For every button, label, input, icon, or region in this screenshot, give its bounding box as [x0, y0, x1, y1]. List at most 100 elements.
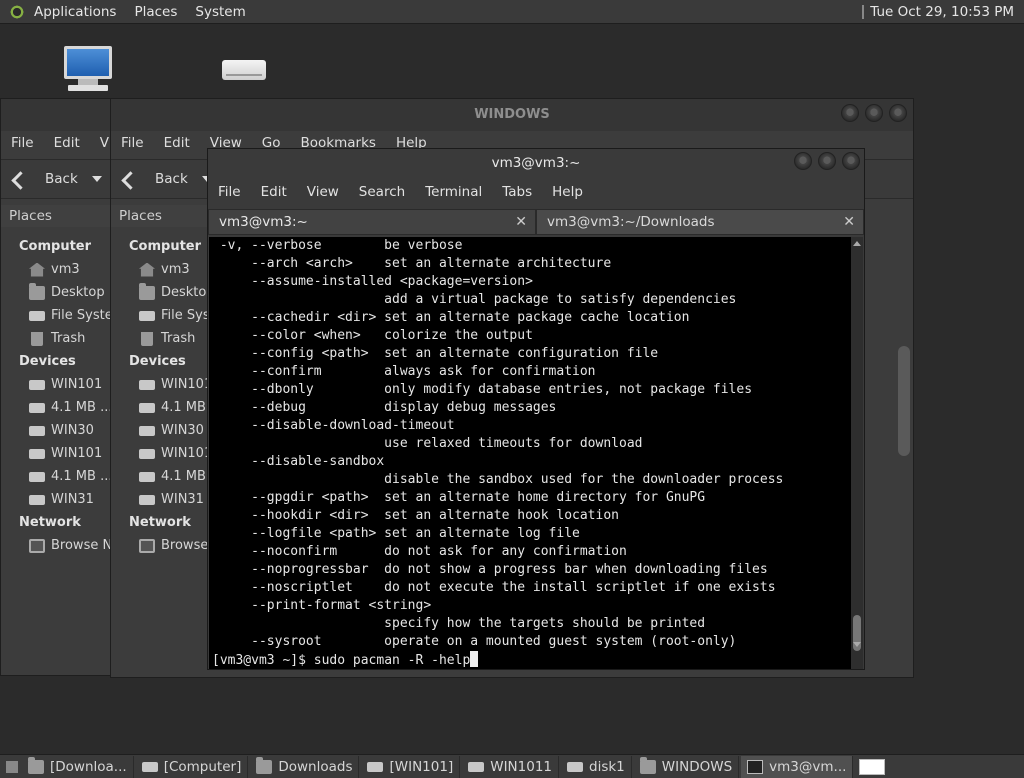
folder-icon	[256, 756, 273, 774]
task-downloads-2[interactable]: Downloads	[250, 755, 360, 778]
titlebar[interactable]: vm3@vm3:~	[208, 149, 864, 177]
menu-edit[interactable]: Edit	[44, 135, 90, 151]
terminal-icon	[747, 759, 764, 774]
sidebar-item-label: WIN101	[161, 446, 209, 461]
sidebar-item-device[interactable]: WIN101	[111, 442, 209, 465]
maximize-button[interactable]	[865, 104, 883, 122]
sidebar-header-devices: Devices	[129, 354, 186, 369]
sidebar-item-label: WIN101	[51, 377, 103, 392]
home-icon	[29, 262, 45, 277]
sidebar-header-network: Network	[129, 515, 191, 530]
drive-icon	[367, 761, 384, 772]
workspace-switcher[interactable]	[859, 758, 886, 775]
task-windows[interactable]: WINDOWS	[634, 755, 740, 778]
task-label: disk1	[589, 758, 625, 775]
window-title: WINDOWS	[474, 107, 550, 122]
sidebar-item-browse-network[interactable]: Browse	[111, 534, 209, 557]
distro-logo-icon[interactable]	[9, 3, 25, 20]
sidebar-item-filesystem[interactable]: File Sys	[111, 304, 209, 327]
drive-icon	[139, 402, 155, 413]
tab-label: vm3@vm3:~/Downloads	[547, 214, 715, 230]
menu-file[interactable]: File	[208, 184, 251, 200]
places-selector[interactable]: Places	[111, 205, 209, 227]
menu-file[interactable]: File	[1, 135, 44, 151]
drive-icon	[29, 379, 45, 390]
menu-file[interactable]: File	[111, 135, 154, 151]
scroll-up-icon[interactable]	[853, 241, 861, 246]
terminal-output[interactable]: -v, --verbose be verbose --arch <arch> s…	[209, 237, 852, 669]
menu-system[interactable]: System	[186, 4, 254, 20]
titlebar[interactable]: WINDOWS	[111, 99, 913, 131]
drive-slot	[226, 74, 262, 76]
task-label: [WIN101]	[389, 758, 454, 775]
task-label: [Computer]	[163, 758, 242, 775]
maximize-button[interactable]	[818, 152, 836, 170]
back-arrow-icon[interactable]	[11, 168, 33, 190]
close-icon[interactable]: ✕	[515, 210, 527, 234]
back-button[interactable]: Back	[45, 171, 78, 187]
menu-terminal[interactable]: Terminal	[415, 184, 492, 200]
sidebar-item-device[interactable]: WIN31	[111, 488, 209, 511]
sidebar-item-desktop[interactable]: Deskto	[111, 281, 209, 304]
close-icon[interactable]: ✕	[843, 210, 855, 234]
clock[interactable]: Tue Oct 29, 10:53 PM	[864, 4, 1024, 20]
drive-icon[interactable]	[222, 60, 266, 82]
sidebar-item-label: Desktop	[51, 285, 105, 300]
minimize-button[interactable]	[794, 152, 812, 170]
file-manager-scrollbar[interactable]	[898, 346, 910, 456]
sidebar-item-label: WIN101	[161, 377, 209, 392]
home-icon	[139, 262, 155, 277]
chevron-down-icon[interactable]	[91, 176, 102, 182]
sidebar-item-label: File Sys	[161, 308, 209, 323]
sidebar-item-trash[interactable]: Trash	[111, 327, 209, 350]
task-label: vm3@vm...	[769, 758, 847, 775]
menu-view[interactable]: View	[297, 184, 349, 200]
typed-command: sudo pacman -R -help	[313, 653, 471, 668]
sidebar-item-device[interactable]: 4.1 MB	[111, 396, 209, 419]
tab-home[interactable]: vm3@vm3:~ ✕	[208, 209, 536, 235]
minimize-button[interactable]	[841, 104, 859, 122]
window-controls	[841, 104, 907, 122]
sidebar-item-device[interactable]: WIN30	[111, 419, 209, 442]
tab-label: vm3@vm3:~	[219, 214, 308, 230]
sidebar-item-label: vm3	[51, 262, 80, 277]
shell-prompt: [vm3@vm3 ~]$	[212, 653, 314, 668]
sidebar-item-label: vm3	[161, 262, 190, 277]
task-computer[interactable]: [Computer]	[136, 755, 249, 778]
task-disk1[interactable]: disk1	[561, 755, 632, 778]
menu-search[interactable]: Search	[349, 184, 415, 200]
menu-edit[interactable]: Edit	[154, 135, 200, 151]
sidebar-item-device[interactable]: 4.1 MB	[111, 465, 209, 488]
drive-icon	[567, 761, 584, 772]
drive-icon	[29, 402, 45, 413]
task-win101[interactable]: [WIN101]	[361, 755, 461, 778]
close-button[interactable]	[842, 152, 860, 170]
task-terminal[interactable]: vm3@vm...	[741, 755, 854, 778]
task-downloads-1[interactable]: [Downloa...	[22, 755, 134, 778]
sidebar-item-home[interactable]: vm3	[111, 258, 209, 281]
terminal-text: -v, --verbose be verbose --arch <arch> s…	[209, 237, 852, 669]
tab-downloads[interactable]: vm3@vm3:~/Downloads ✕	[536, 209, 864, 235]
back-arrow-icon[interactable]	[121, 168, 143, 190]
menu-places[interactable]: Places	[125, 4, 186, 20]
drive-icon	[29, 494, 45, 505]
menu-edit[interactable]: Edit	[251, 184, 297, 200]
back-button[interactable]: Back	[155, 171, 188, 187]
menu-help[interactable]: Help	[542, 184, 593, 200]
drive-body	[222, 60, 266, 80]
sidebar-item-label: 4.1 MB	[161, 469, 206, 484]
menu-tabs[interactable]: Tabs	[492, 184, 542, 200]
sidebar-item-device[interactable]: WIN101	[111, 373, 209, 396]
show-desktop-button[interactable]	[6, 760, 18, 773]
text-cursor	[470, 651, 479, 667]
terminal-scrollbar[interactable]	[851, 237, 863, 669]
network-icon	[29, 538, 45, 553]
computer-icon[interactable]	[64, 46, 112, 92]
sidebar-item-label: Browse N	[51, 538, 113, 553]
menu-applications[interactable]: Applications	[25, 4, 125, 20]
scroll-down-icon[interactable]	[853, 642, 861, 647]
task-label: [Downloa...	[50, 758, 127, 775]
task-win1011[interactable]: WIN1011	[462, 755, 560, 778]
close-button[interactable]	[889, 104, 907, 122]
terminal-window[interactable]: vm3@vm3:~ File Edit View Search Terminal…	[207, 148, 865, 670]
